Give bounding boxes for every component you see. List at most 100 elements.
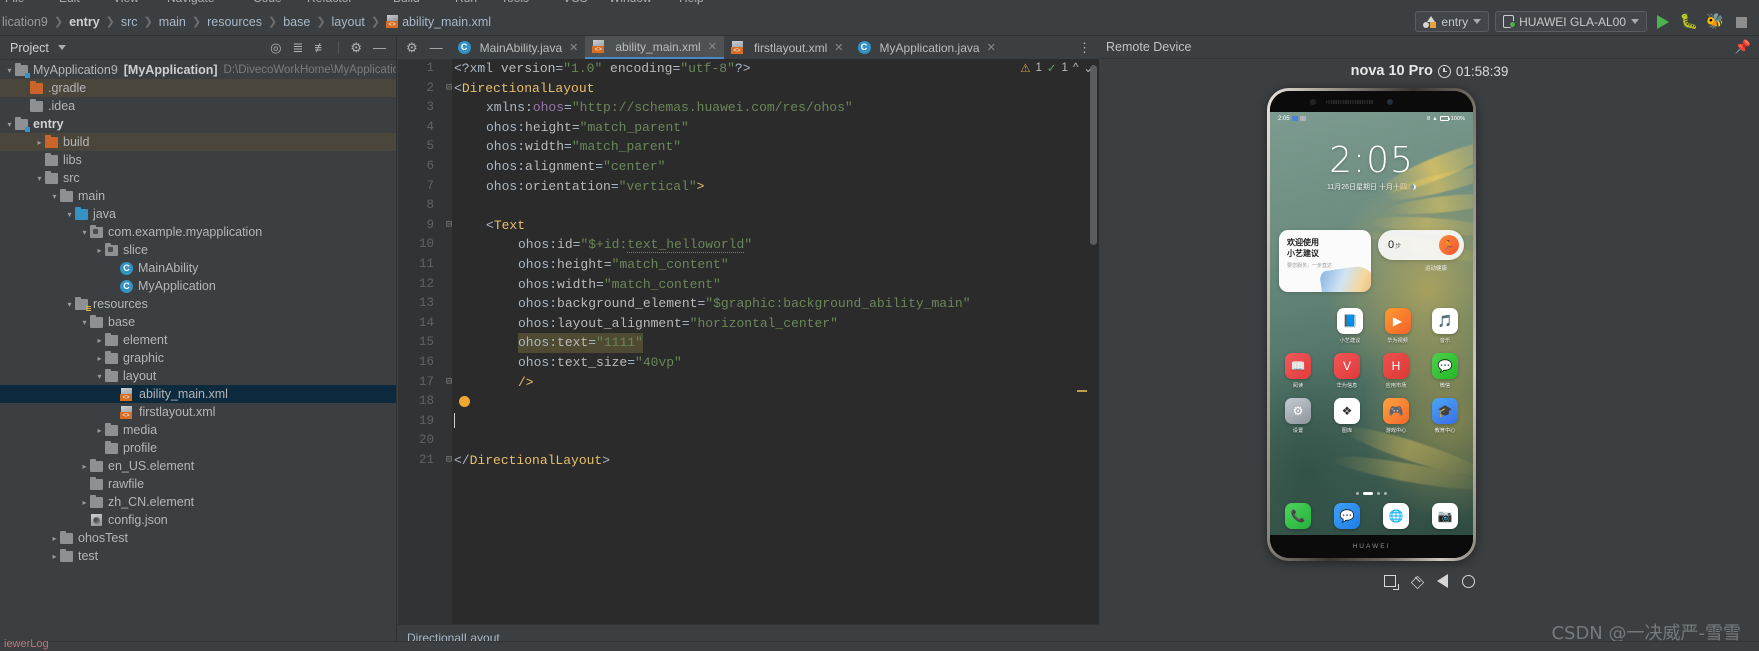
editor-scrollbar[interactable]	[1090, 65, 1097, 245]
code-line-11[interactable]: 11 ohos:height="match_content"	[398, 255, 1099, 275]
page-dot[interactable]	[1363, 492, 1373, 495]
code-line-20[interactable]: 20	[398, 431, 1099, 451]
tree-node-build[interactable]: build	[0, 133, 396, 151]
chevron-down-icon[interactable]	[94, 372, 105, 381]
tree-node-media[interactable]: media	[0, 421, 396, 439]
tree-node-myapplication[interactable]: C MyApplication	[0, 277, 396, 295]
chevron-right-icon[interactable]	[94, 426, 105, 435]
code-line-4[interactable]: 4 ohos:height="match_parent"	[398, 118, 1099, 138]
code-line-9[interactable]: 9 ⊟ <Text	[398, 216, 1099, 236]
page-dot[interactable]	[1377, 492, 1380, 495]
app-icon-education-center[interactable]: 🎓 教育中心	[1424, 398, 1466, 434]
tree-node--gradle[interactable]: .gradle	[0, 79, 396, 97]
breadcrumb-base[interactable]: base	[281, 15, 312, 29]
screenshot-icon[interactable]	[1384, 575, 1399, 590]
tree-node-ability-main-xml[interactable]: ability_main.xml	[0, 385, 396, 403]
tree-node-en-us-element[interactable]: en_US.element	[0, 457, 396, 475]
inspection-widget[interactable]: ⚠ 1 ✓ 1 ^ ⌄	[997, 59, 1099, 77]
home-icon[interactable]	[1462, 574, 1475, 588]
menu-item-navigate[interactable]: Navigate	[167, 0, 214, 5]
chevron-down-icon[interactable]	[79, 318, 90, 327]
chevron-right-icon[interactable]	[79, 462, 90, 471]
minimize-icon[interactable]: —	[373, 41, 386, 54]
code-area[interactable]: 1 <?xml version="1.0" encoding="utf-8"?> 2…	[398, 59, 1099, 624]
app-icon-settings[interactable]: ⚙ 设置	[1277, 398, 1319, 434]
settings-gear-icon[interactable]: ⚙	[350, 41, 362, 54]
code-line-6[interactable]: 6 ohos:alignment="center"	[398, 157, 1099, 177]
attach-debugger-button[interactable]: 🐝	[1705, 12, 1725, 32]
tree-node-firstlayout-xml[interactable]: firstlayout.xml	[0, 403, 396, 421]
code-line-3[interactable]: 3 xmlns:ohos="http://schemas.huawei.com/r…	[398, 98, 1099, 118]
tree-node-com-example-myapplication[interactable]: com.example.myapplication	[0, 223, 396, 241]
app-icon-app-gallery[interactable]: H 应用市场	[1375, 353, 1417, 389]
breadcrumb-project[interactable]: lication9	[0, 15, 50, 29]
tree-node--idea[interactable]: .idea	[0, 97, 396, 115]
tree-node-resources[interactable]: resources	[0, 295, 396, 313]
minimize-icon[interactable]: —	[430, 41, 443, 54]
phone-frame[interactable]: 2:05 8 ▲ 100% 2:05 11月26日星期日 十月十四 欢迎使用 小…	[1267, 88, 1476, 561]
dock-icon-camera[interactable]: 📷	[1424, 503, 1466, 529]
chevron-down-icon[interactable]	[49, 192, 60, 201]
chevron-right-icon[interactable]	[94, 354, 105, 363]
close-icon[interactable]: ✕	[834, 41, 843, 54]
app-icon-game-center[interactable]: 🎮 游戏中心	[1375, 398, 1417, 434]
menu-item-view[interactable]: View	[113, 0, 139, 5]
code-line-21[interactable]: 21 ⊟ </DirectionalLayout>	[398, 451, 1099, 471]
menu-item-edit[interactable]: Edit	[59, 0, 80, 5]
close-icon[interactable]: ✕	[987, 41, 996, 54]
menu-item-refactor[interactable]: Refactor	[307, 0, 352, 5]
code-line-17[interactable]: 17 ⊟ />	[398, 373, 1099, 393]
page-dot[interactable]	[1384, 492, 1387, 495]
menu-item-vcs[interactable]: VCS	[563, 0, 588, 5]
menu-item-file[interactable]: File	[5, 0, 24, 5]
locate-icon[interactable]: ◎	[270, 41, 281, 54]
tree-node-layout[interactable]: layout	[0, 367, 396, 385]
chevron-right-icon[interactable]	[34, 138, 45, 147]
code-line-16[interactable]: 16 ohos:text_size="40vp"	[398, 353, 1099, 373]
pin-window-icon[interactable]: 📌	[1735, 39, 1759, 55]
device-selector[interactable]: HUAWEI GLA-AL00	[1495, 11, 1647, 32]
settings-gear-icon[interactable]: ⚙	[406, 41, 418, 54]
chevron-right-icon[interactable]	[94, 336, 105, 345]
tree-node-java[interactable]: java	[0, 205, 396, 223]
breadcrumb[interactable]: lication9 ❯ entry ❯ src ❯ main ❯ resources ❯ base ❯…	[0, 14, 493, 29]
fold-toggle-icon[interactable]: ⊟	[443, 373, 455, 393]
editor-tab-ability-main-xml[interactable]: ability_main.xml ✕	[585, 36, 724, 59]
app-icon-gallery[interactable]: ❖ 图库	[1326, 398, 1368, 434]
project-tree[interactable]: MyApplication9 [MyApplication] D:\DivecoWo…	[0, 61, 396, 633]
chevron-right-icon[interactable]	[94, 246, 105, 255]
breadcrumb-file[interactable]: ability_main.xml	[384, 14, 493, 29]
code-line-1[interactable]: 1 <?xml version="1.0" encoding="utf-8"?>	[398, 59, 1099, 79]
menu-item-tools[interactable]: Tools	[501, 0, 529, 5]
app-icon-reading[interactable]: 📖 阅读	[1277, 353, 1319, 389]
editor-tab-myapplication-java[interactable]: C MyApplication.java ✕	[851, 36, 1003, 59]
back-icon[interactable]	[1437, 574, 1448, 588]
menu-item-help[interactable]: Help	[679, 0, 704, 5]
code-line-19[interactable]: 19	[398, 412, 1099, 432]
editor-tab-mainability-java[interactable]: C MainAbility.java ✕	[451, 36, 586, 59]
code-line-18[interactable]: 18	[398, 392, 1099, 412]
editor-tab-firstlayout-xml[interactable]: firstlayout.xml ✕	[724, 36, 851, 59]
tree-node-mainability[interactable]: C MainAbility	[0, 259, 396, 277]
chevron-down-icon[interactable]	[79, 228, 90, 237]
collapse-all-icon[interactable]: ≢	[314, 41, 327, 54]
tree-node-libs[interactable]: libs	[0, 151, 396, 169]
code-lines[interactable]: 1 <?xml version="1.0" encoding="utf-8"?> 2…	[398, 59, 1099, 624]
code-line-7[interactable]: 7 ohos:orientation="vertical">	[398, 177, 1099, 197]
step-counter-card[interactable]: 0 步 🏃	[1378, 230, 1464, 260]
device-control-buttons[interactable]	[1100, 574, 1759, 590]
chevron-down-icon[interactable]	[64, 300, 75, 309]
menu-item-build[interactable]: Build	[393, 0, 420, 5]
tree-node-base[interactable]: base	[0, 313, 396, 331]
phone-screen[interactable]: 2:05 8 ▲ 100% 2:05 11月26日星期日 十月十四 欢迎使用 小…	[1270, 112, 1473, 535]
breadcrumb-main[interactable]: main	[157, 15, 188, 29]
code-line-14[interactable]: 14 ohos:layout_alignment="horizontal_cent…	[398, 314, 1099, 334]
more-options-icon[interactable]: ⋮	[1078, 40, 1099, 56]
dock-icon-messages[interactable]: 💬	[1326, 503, 1368, 529]
module-selector[interactable]: entry	[1415, 11, 1490, 32]
chevron-right-icon[interactable]	[49, 534, 60, 543]
run-button[interactable]	[1653, 12, 1673, 32]
code-line-5[interactable]: 5 ohos:width="match_parent"	[398, 137, 1099, 157]
dock-icon-browser[interactable]: 🌐	[1375, 503, 1417, 529]
app-icon-music[interactable]: 🎵 音乐	[1424, 308, 1466, 344]
